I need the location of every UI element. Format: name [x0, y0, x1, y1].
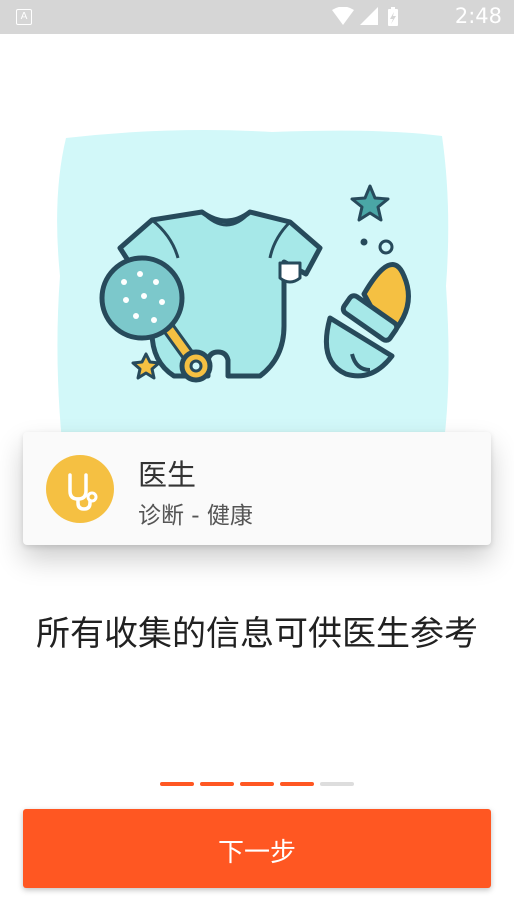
- card-title: 医生: [138, 458, 197, 492]
- card-subtitle: 诊断 - 健康: [138, 503, 253, 529]
- signal-icon: [360, 7, 378, 25]
- page-indicator-dot: [280, 782, 314, 786]
- next-button-label: 下一步: [217, 838, 296, 868]
- next-button[interactable]: 下一步: [23, 809, 491, 888]
- page-indicator-dot: [240, 782, 274, 786]
- notification-icon: A: [16, 9, 32, 25]
- status-time: 2:48: [454, 4, 502, 28]
- baby-items-illustration: [57, 130, 449, 442]
- wifi-icon: [332, 7, 354, 25]
- status-icons: [332, 7, 398, 26]
- doctor-card: 医生 诊断 - 健康: [23, 432, 491, 545]
- status-bar: A 2:48: [0, 0, 514, 34]
- battery-charging-icon: [388, 7, 398, 26]
- page-indicator: [160, 782, 354, 786]
- page-indicator-dot: [320, 782, 354, 786]
- page-indicator-dot: [160, 782, 194, 786]
- stethoscope-icon: [46, 455, 114, 523]
- onboarding-description: 所有收集的信息可供医生参考: [36, 614, 478, 654]
- page-indicator-dot: [200, 782, 234, 786]
